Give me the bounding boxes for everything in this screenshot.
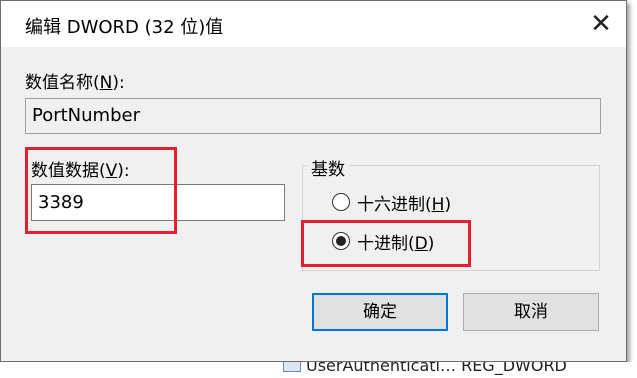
value-name-field[interactable]: PortNumber bbox=[25, 98, 601, 134]
close-button[interactable]: ✕ bbox=[584, 7, 618, 41]
dialog-title: 编辑 DWORD (32 位)值 bbox=[25, 17, 224, 38]
background-registry-row: UserAuthenticati… REG_DWORD bbox=[306, 362, 567, 375]
value-name-label: 数值名称(N): bbox=[25, 73, 125, 93]
registry-value-icon bbox=[283, 362, 301, 372]
title-bar: 编辑 DWORD (32 位)值 ✕ bbox=[1, 1, 626, 47]
hex-radio[interactable] bbox=[332, 193, 350, 211]
hex-radio-label[interactable]: 十六进制(H) bbox=[357, 190, 451, 215]
ok-button[interactable]: 确定 bbox=[312, 293, 448, 331]
cancel-button[interactable]: 取消 bbox=[463, 293, 599, 331]
background-window-strip: UserAuthenticati… REG_DWORD bbox=[0, 362, 637, 378]
base-group-title: 基数 bbox=[307, 155, 349, 180]
edit-dword-dialog: 编辑 DWORD (32 位)值 ✕ 数值名称(N): PortNumber 数… bbox=[0, 0, 627, 362]
value-data-highlight-box bbox=[25, 147, 177, 234]
decimal-highlight-box bbox=[301, 220, 471, 267]
